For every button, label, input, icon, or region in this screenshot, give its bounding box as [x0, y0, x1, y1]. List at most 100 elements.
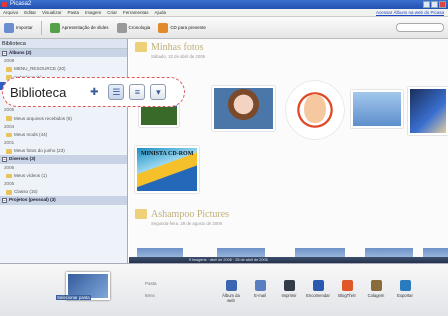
title-bar: Picasa2 [0, 0, 448, 9]
photo-thumbnail[interactable] [286, 81, 344, 139]
toolbar-divider [40, 20, 42, 35]
search-input[interactable] [396, 23, 444, 32]
menu-item-criar[interactable]: Criar [107, 9, 117, 16]
folder-icon [6, 149, 12, 154]
gift-cd-button[interactable]: CD para presente [158, 22, 206, 33]
picasa-icon [2, 2, 7, 7]
slideshow-button[interactable]: Apresentação de slides [49, 22, 109, 33]
sidebar-row-label: Álbuns (2) [9, 50, 32, 55]
tray-action-label: Imprimir [281, 293, 297, 298]
menu-item-ferramentas[interactable]: Ferramentas [123, 9, 149, 16]
sidebar-row-label: Meus vídeos (1) [14, 172, 47, 178]
sidebar-folder-item[interactable]: Meus vídeos (1) [0, 172, 127, 180]
timeline-icon [116, 22, 127, 33]
tray-items-label: Itens [145, 293, 155, 298]
sidebar-year[interactable]: 2001 [0, 139, 127, 147]
sidebar-year[interactable]: 2008 [0, 57, 127, 65]
menu-item-pasta[interactable]: Pasta [67, 9, 79, 16]
tray-folder-label: Pasta [145, 281, 157, 286]
sidebar-row-label: 2006 [4, 164, 15, 170]
sidebar-row-label: Diversos (3) [9, 156, 36, 162]
menu-item-editar[interactable]: Editar [24, 9, 36, 16]
tray-action-icon [312, 280, 324, 291]
tree-view-button[interactable]: ≡ [129, 84, 146, 100]
sidebar-group[interactable]: − Projetos (pessoal) (3) [0, 196, 127, 205]
sidebar-row-label: 2005 [4, 107, 15, 113]
sidebar-row-label: Meus mods (44) [14, 131, 48, 137]
tray-action-button[interactable]: Colagem [363, 280, 389, 298]
photo-thumbnail[interactable] [351, 90, 403, 128]
collapse-icon[interactable]: − [2, 197, 7, 203]
photo-thumbnail[interactable] [212, 86, 275, 131]
tray-action-button[interactable]: Encomendar [305, 280, 331, 298]
collapse-icon[interactable]: − [2, 157, 7, 163]
tray-action-icon [370, 280, 382, 291]
menu-item-imagem[interactable]: Imagem [85, 9, 101, 16]
import-button[interactable]: Importar [4, 22, 33, 33]
view-options-dropdown[interactable]: ▾ [150, 84, 167, 100]
folder-list-sidebar: Biblioteca − Álbuns (2) 2008 MENU_RESOURCE … [0, 39, 128, 263]
sidebar-folder-item[interactable]: Classo (15) [0, 188, 127, 196]
close-icon[interactable] [439, 1, 446, 8]
menu-bar: Arquivo Editar Visualizar Pasta Imagem C… [0, 9, 448, 17]
sidebar-row-label: 2001 [4, 140, 15, 146]
tray-action-button[interactable]: Exportar [392, 280, 418, 298]
menu-item-arquivo[interactable]: Arquivo [3, 9, 18, 16]
window-controls [423, 1, 446, 8]
sidebar-row-label: Meus fotos do junho (23) [14, 148, 65, 154]
tray-action-icon [399, 280, 411, 291]
tray-action-icon [341, 280, 353, 291]
tray-action-label: Álbum da web [222, 293, 240, 303]
tray-action-label: Colagem [367, 293, 385, 298]
section-header-minhas-fotos: Minhas fotos Sábado, 22 de abril de 2006 [135, 42, 205, 59]
tray-action-icon [254, 280, 266, 291]
sidebar-row-label: 2008 [4, 58, 15, 64]
sidebar-year[interactable]: 2005 [0, 106, 127, 114]
collapse-icon[interactable]: − [2, 50, 7, 56]
sidebar-year[interactable]: 2006 [0, 164, 127, 172]
library-callout: Biblioteca ✚ ☰ ≡ ▾ [2, 77, 185, 107]
folder-icon [6, 190, 12, 195]
tray-action-button[interactable]: Imprimir [276, 280, 302, 298]
list-view-button[interactable]: ☰ [108, 84, 125, 100]
web-albums-link[interactable]: Acessar Álbuns na web do Picasa [376, 9, 448, 16]
folder-icon [6, 67, 12, 72]
camera-icon [4, 22, 14, 33]
sidebar-row-label: 2005 [4, 181, 15, 186]
sidebar-folder-item[interactable]: Meus arquivos recebidos (5) [0, 115, 127, 123]
tray-action-button[interactable]: E-mail [247, 280, 273, 298]
library-header: Biblioteca [0, 39, 127, 49]
photo-thumbnail[interactable]: MINISTA CD-ROM [135, 146, 199, 193]
sidebar-year[interactable]: 2005 [0, 180, 127, 188]
sidebar-folder-item[interactable]: Meus fotos do junho (23) [0, 147, 127, 155]
timeline-button[interactable]: Cronologia [116, 22, 150, 33]
sidebar-row-label: Meus arquivos recebidos (5) [14, 115, 72, 121]
toolbar: Importar Apresentação de slides Cronolog… [0, 17, 448, 39]
tray-action-button[interactable]: Álbum da web [218, 280, 244, 303]
menu-item-visualizar[interactable]: Visualizar [42, 9, 61, 16]
folder-icon [135, 42, 147, 52]
sidebar-group[interactable]: − Álbuns (2) [0, 49, 127, 58]
folder-rows: −Álbuns (2)2008MENU_RESOURCE (20)Sobrelo… [0, 49, 127, 205]
library-view: Minhas fotos Sábado, 22 de abril de 2006… [129, 39, 448, 263]
sidebar-row-label: Classo (15) [14, 189, 38, 195]
sidebar-year[interactable]: 2004 [0, 123, 127, 131]
maximize-icon[interactable] [431, 1, 438, 8]
minimize-icon[interactable] [423, 1, 430, 8]
tray-action-icon [283, 280, 295, 291]
tray-action-label: Exportar [397, 293, 413, 298]
sidebar-folder-item[interactable]: MENU_RESOURCE (20) [0, 65, 127, 73]
sidebar-group[interactable]: − Diversos (3) [0, 155, 127, 164]
add-folder-icon[interactable]: ✚ [85, 84, 103, 100]
section-header-ashampoo: Ashampoo Pictures Segunda-feira, 28 de a… [135, 209, 229, 226]
sidebar-row-label: Projetos (pessoal) (3) [9, 197, 56, 203]
tray-action-label: Encomendar [306, 293, 330, 298]
folder-icon [135, 209, 147, 219]
callout-title: Biblioteca [10, 84, 67, 100]
photo-thumbnail[interactable] [408, 87, 448, 135]
section-title: Ashampoo Pictures [151, 209, 230, 220]
tray-action-button[interactable]: BlogThis! [334, 280, 360, 298]
menu-item-ajuda[interactable]: Ajuda [155, 9, 167, 16]
sidebar-folder-item[interactable]: Meus mods (44) [0, 131, 127, 139]
cd-icon [158, 22, 169, 33]
